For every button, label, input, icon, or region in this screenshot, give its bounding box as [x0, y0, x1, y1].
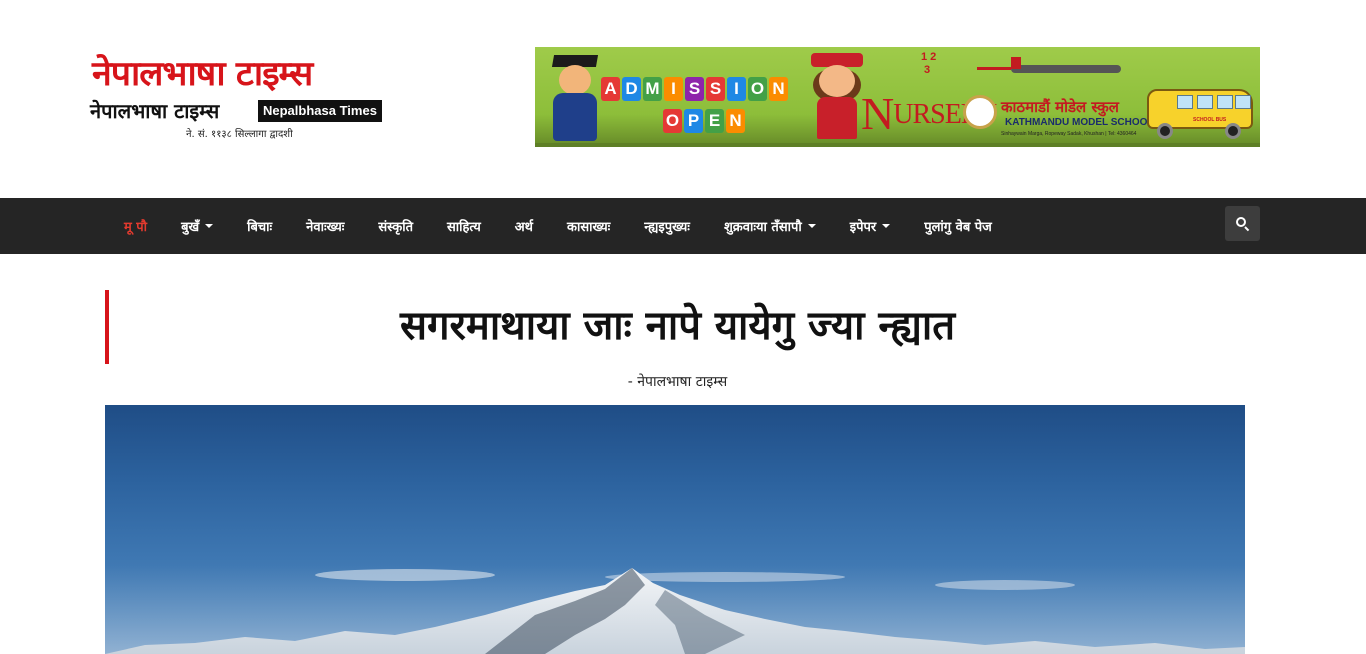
main-navbar: मू पौ बुखँ बिचाः नेवाःख्यः संस्कृति साहित्य अर… — [0, 198, 1366, 254]
nav-item-label: अर्थ — [514, 220, 533, 235]
open-letter-tile: O — [663, 109, 682, 133]
admission-letter-tile: S — [706, 77, 725, 101]
nav-item-4[interactable]: संस्कृति — [361, 198, 430, 254]
article-hero-image — [105, 405, 1245, 654]
admission-letter-tile: I — [727, 77, 746, 101]
caret-down-icon — [205, 224, 214, 228]
nav-item-0[interactable]: मू पौ — [107, 198, 164, 254]
ad-numbers: 1 2 3 — [921, 51, 937, 76]
caret-down-icon — [807, 224, 816, 228]
admission-letter-tile: S — [685, 77, 704, 101]
school-bus-illustration: SCHOOL BUS — [1147, 79, 1255, 139]
nav-item-label: कासाख्यः — [567, 220, 611, 235]
nav-item-7[interactable]: कासाख्यः — [550, 198, 627, 254]
nav-item-5[interactable]: साहित्य — [430, 198, 498, 254]
admission-ad-banner[interactable]: ADMISSION OPEN NURSERY 1 2 3 काठमाडौं मो… — [535, 47, 1260, 147]
nav-item-label: इपेपर — [849, 220, 877, 235]
ad-school-name-en: KATHMANDU MODEL SCHOOL — [1005, 117, 1154, 128]
nav-item-label: न्ह्यइपुख्यः — [644, 220, 690, 235]
site-logo[interactable]: नेपालभाषा टाइम्स नेपालभाषा टाइम्स Nepalb… — [90, 52, 390, 144]
search-icon — [1236, 217, 1250, 232]
plane-illustration — [977, 57, 1131, 79]
article-byline: - नेपालभाषा टाइम्स — [627, 374, 728, 390]
nav-item-2[interactable]: बिचाः — [230, 198, 289, 254]
nav-item-11[interactable]: पुलांगु वेब पेज — [907, 198, 1009, 254]
admission-letter-tile: I — [664, 77, 683, 101]
nav-item-8[interactable]: न्ह्यइपुख्यः — [627, 198, 707, 254]
nav-item-label: मू पौ — [124, 220, 148, 235]
logo-devanagari-name: नेपालभाषा टाइम्स — [90, 99, 220, 123]
article-title: सगरमाथाया जाः नापे यायेगु ज्या न्ह्यात — [399, 303, 956, 349]
admission-letter-tile: O — [748, 77, 767, 101]
nav-item-1[interactable]: बुखँ — [164, 198, 230, 254]
girl-kid-illustration — [807, 53, 867, 141]
school-badge-icon — [963, 95, 997, 129]
bus-label: SCHOOL BUS — [1193, 117, 1227, 123]
site-header: नेपालभाषा टाइम्स नेपालभाषा टाइम्स Nepalb… — [0, 0, 1366, 198]
admission-letter-tile: A — [601, 77, 620, 101]
ad-admission-word: ADMISSION — [601, 77, 788, 101]
open-letter-tile: P — [684, 109, 703, 133]
nav-item-label: पुलांगु वेब पेज — [924, 220, 992, 235]
ad-school-address: Sinhaywain Marga, Ropeway Sadak, Khushan… — [1001, 131, 1137, 137]
logo-script-wordmark: नेपालभाषा टाइम्स — [92, 54, 313, 94]
nav-menu: मू पौ बुखँ बिचाः नेवाःख्यः संस्कृति साहित्य अर… — [107, 198, 1009, 254]
admission-letter-tile: N — [769, 77, 788, 101]
nav-item-label: बुखँ — [181, 220, 200, 235]
nav-item-10[interactable]: इपेपर — [833, 198, 907, 254]
caret-down-icon — [882, 224, 891, 228]
admission-letter-tile: D — [622, 77, 641, 101]
mountain-illustration — [105, 565, 1245, 654]
nav-item-label: साहित्य — [447, 220, 481, 235]
search-button[interactable] — [1225, 206, 1260, 241]
nav-item-6[interactable]: अर्थ — [498, 198, 550, 254]
nav-item-label: नेवाःख्यः — [306, 220, 345, 235]
nav-item-label: बिचाः — [247, 220, 273, 235]
article-main: सगरमाथाया जाः नापे यायेगु ज्या न्ह्यात -… — [0, 254, 1366, 654]
nav-item-label: संस्कृति — [378, 220, 413, 235]
nav-item-3[interactable]: नेवाःख्यः — [289, 198, 361, 254]
graduate-kid-illustration — [547, 55, 603, 143]
ad-open-word: OPEN — [663, 109, 745, 133]
title-accent-bar — [105, 290, 109, 364]
open-letter-tile: N — [726, 109, 745, 133]
ad-school-name-np: काठमाडौं मोडेल स्कुल — [1001, 98, 1119, 116]
header-date: ने. सं. ११३८ सिल्लागा द्वादशी — [186, 129, 293, 140]
nav-item-label: शुक्रवाःया तँसापौ — [723, 220, 802, 235]
ad-nursery-initial: N — [861, 88, 894, 139]
open-letter-tile: E — [705, 109, 724, 133]
nav-item-9[interactable]: शुक्रवाःया तँसापौ — [707, 198, 833, 254]
admission-letter-tile: M — [643, 77, 662, 101]
logo-english-name: Nepalbhasa Times — [258, 100, 382, 122]
